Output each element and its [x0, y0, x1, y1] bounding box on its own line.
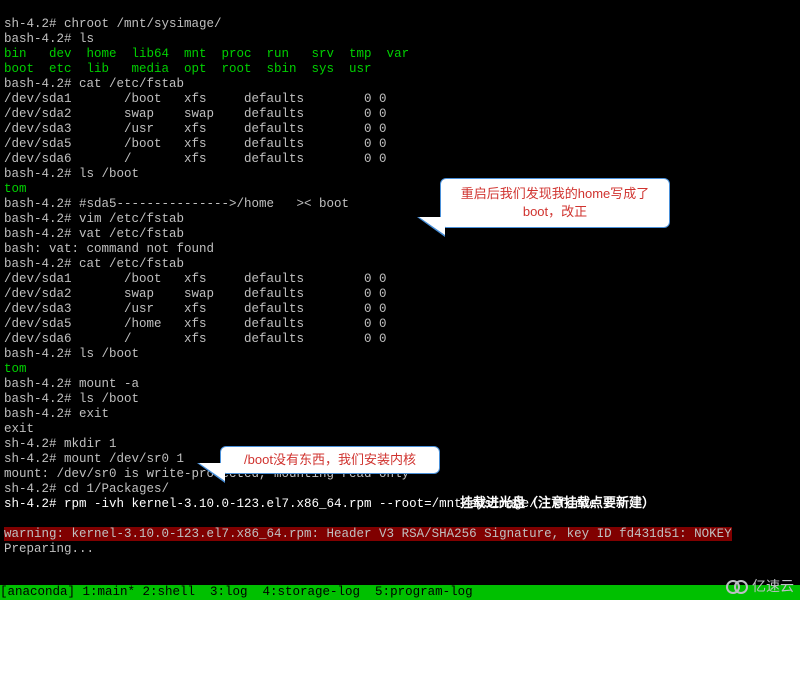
annotation-mount-cd: 挂载进光盘（注意挂载点要新建）	[460, 495, 655, 510]
watermark: 亿速云	[726, 576, 794, 596]
terminal-text: /dev/sda3 /usr xfs defaults 0 0	[4, 302, 387, 316]
terminal-text: sh-4.2# chroot /mnt/sysimage/	[4, 17, 222, 31]
terminal-output[interactable]: sh-4.2# chroot /mnt/sysimage/ bash-4.2# …	[0, 0, 800, 600]
terminal-lines: sh-4.2# chroot /mnt/sysimage/ bash-4.2# …	[4, 17, 796, 512]
terminal-text: /dev/sda3 /usr xfs defaults 0 0	[4, 122, 387, 136]
terminal-text: sh-4.2# mkdir 1	[4, 437, 117, 451]
terminal-text: bash-4.2# ls /boot	[4, 347, 139, 361]
terminal-text: bin dev home lib64 mnt proc run srv tmp …	[4, 47, 409, 61]
terminal-text: tom	[4, 182, 27, 196]
terminal-text: bash-4.2# cat /etc/fstab	[4, 77, 184, 91]
terminal-text: bash-4.2# vim /etc/fstab	[4, 212, 184, 226]
terminal-text: bash-4.2# ls /boot	[4, 392, 139, 406]
terminal-text: /dev/sda5 /home xfs defaults 0 0	[4, 317, 387, 331]
cloud-icon	[726, 579, 748, 593]
terminal-text: /dev/sda1 /boot xfs defaults 0 0	[4, 272, 387, 286]
annotation-home-boot: 重启后我们发现我的home写成了boot，改正	[440, 178, 670, 228]
terminal-text: sh-4.2# cd 1/Packages/	[4, 482, 169, 496]
terminal-text: /dev/sda6 / xfs defaults 0 0	[4, 332, 387, 346]
terminal-text: boot etc lib media opt root sbin sys usr	[4, 62, 372, 76]
terminal-text: /dev/sda6 / xfs defaults 0 0	[4, 152, 387, 166]
terminal-text: bash-4.2# #sda5--------------->/home >< …	[4, 197, 349, 211]
watermark-text: 亿速云	[752, 576, 794, 596]
terminal-text: bash-4.2# mount -a	[4, 377, 139, 391]
terminal-text: exit	[4, 422, 34, 436]
terminal-text: bash-4.2# ls /boot	[4, 167, 139, 181]
terminal-text: bash: vat: command not found	[4, 242, 214, 256]
terminal-text: /dev/sda1 /boot xfs defaults 0 0	[4, 92, 387, 106]
anaconda-status-bar[interactable]: [anaconda] 1:main* 2:shell 3:log 4:stora…	[0, 585, 800, 600]
terminal-text: tom	[4, 362, 27, 376]
terminal-text: /dev/sda5 /boot xfs defaults 0 0	[4, 137, 387, 151]
terminal-text: bash-4.2# vat /etc/fstab	[4, 227, 184, 241]
terminal-text: bash-4.2# exit	[4, 407, 109, 421]
preparing-line: Preparing...	[4, 542, 94, 556]
terminal-text: /dev/sda2 swap swap defaults 0 0	[4, 287, 387, 301]
terminal-text: sh-4.2# mount /dev/sr0 1	[4, 452, 184, 466]
terminal-text: bash-4.2# ls	[4, 32, 94, 46]
terminal-text: bash-4.2# cat /etc/fstab	[4, 257, 184, 271]
annotation-boot-empty: /boot没有东西，我们安装内核	[220, 446, 440, 474]
rpm-warning-line: warning: kernel-3.10.0-123.el7.x86_64.rp…	[4, 527, 732, 541]
terminal-text: /dev/sda2 swap swap defaults 0 0	[4, 107, 387, 121]
